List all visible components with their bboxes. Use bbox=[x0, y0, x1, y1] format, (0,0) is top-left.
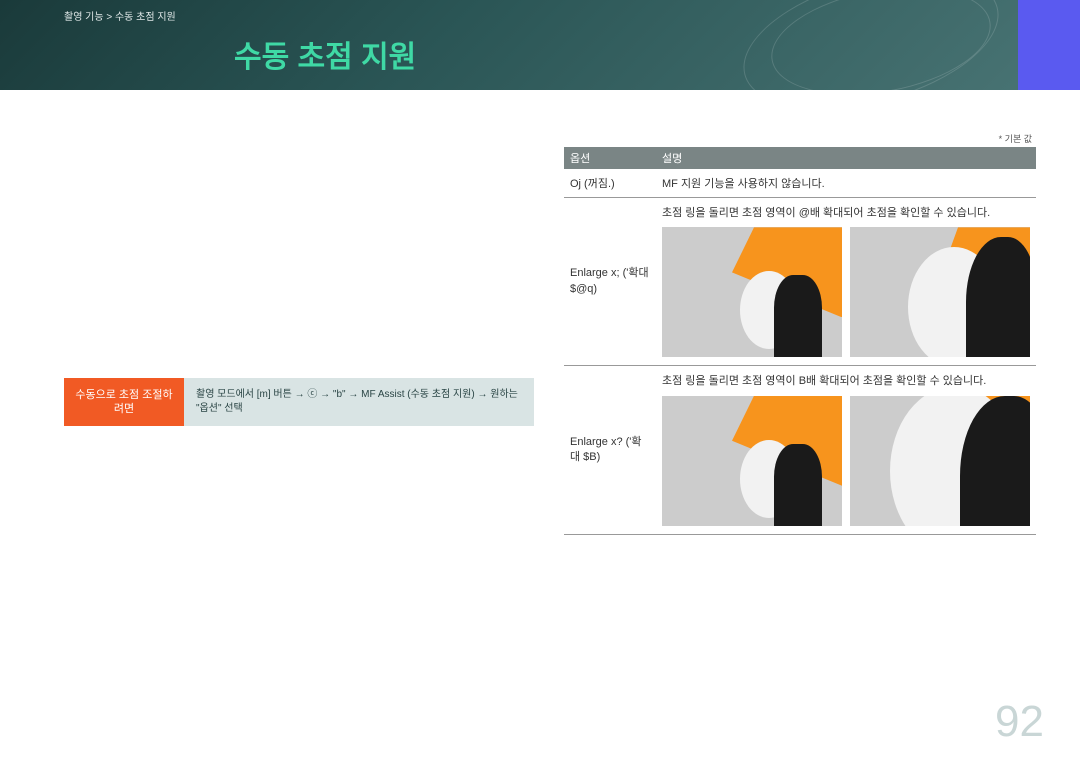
header-decor bbox=[740, 0, 1040, 90]
para-2: 수동 초점 모드에서 초점 링을 돌리면 화면이 자동으로 확대되어 초점을 보… bbox=[64, 167, 534, 244]
cell-enlarge1-desc: 초점 링을 돌리면 초점 영역이 @배 확대되어 초점을 확인할 수 있습니다. bbox=[656, 206, 1036, 357]
page-title: 수동 초점 지원 bbox=[234, 32, 416, 76]
table-caption: * 기본 값 bbox=[564, 130, 1036, 147]
right-column: * 기본 값 옵션 설명 Oj (꺼짐.) MF 지원 기능을 사용하지 않습니… bbox=[564, 130, 1036, 535]
th-option: 옵션 bbox=[564, 147, 656, 169]
image-pair-2 bbox=[662, 396, 1030, 526]
thumb-1a bbox=[662, 227, 842, 357]
para-3: 촬영 모드에서 [MENU] → ⓒ → MF 지원 → 원하는 모드 선택 bbox=[64, 262, 534, 281]
enlarge2-text: 초점 링을 돌리면 초점 영역이 B배 확대되어 초점을 확인할 수 있습니다. bbox=[662, 374, 1030, 389]
thumb-2a bbox=[662, 396, 842, 526]
table-row-enlarge1: Enlarge x; ('확대 $@q) 초점 링을 돌리면 초점 영역이 @배… bbox=[564, 198, 1036, 366]
note-box: 수동으로 초점 조절하려면 촬영 모드에서 [m] 버튼 → ⓒ → "b" →… bbox=[64, 378, 534, 427]
thumb-1b bbox=[850, 227, 1030, 357]
table-row-enlarge2: Enlarge x? ('확대 $B) 초점 링을 돌리면 초점 영역이 B배 … bbox=[564, 366, 1036, 534]
content-area: 수동으로 초점을 조절할 때, 피사체의 초점을 쉽게 잡을 수 있도록 도와주… bbox=[0, 90, 1080, 535]
table-row-off: Oj (꺼짐.) MF 지원 기능을 사용하지 않습니다. bbox=[564, 169, 1036, 198]
page-header: 촬영 기능 > 수동 초점 지원 수동 초점 지원 bbox=[0, 0, 1080, 90]
table-header: 옵션 설명 bbox=[564, 147, 1036, 169]
thumb-2b bbox=[850, 396, 1030, 526]
section2-text: 초점 링을 돌려 화면을 확대하면 피사체에 초점을 맞추기 쉽습니다. bbox=[64, 336, 534, 355]
cell-enlarge2-desc: 초점 링을 돌리면 초점 영역이 B배 확대되어 초점을 확인할 수 있습니다. bbox=[656, 374, 1036, 525]
note-content: 촬영 모드에서 [m] 버튼 → ⓒ → "b" → MF Assist (수동… bbox=[184, 378, 534, 427]
image-pair-1 bbox=[662, 227, 1030, 357]
page-number: 92 bbox=[995, 697, 1044, 747]
th-desc: 설명 bbox=[656, 147, 1036, 169]
cell-off-value: MF 지원 기능을 사용하지 않습니다. bbox=[656, 175, 1036, 191]
header-accent bbox=[1018, 0, 1080, 90]
breadcrumb: 촬영 기능 > 수동 초점 지원 bbox=[64, 8, 176, 23]
left-column: 수동으로 초점을 조절할 때, 피사체의 초점을 쉽게 잡을 수 있도록 도와주… bbox=[64, 130, 534, 535]
section2-title: 수동으로 초점 조절하기 bbox=[64, 299, 534, 318]
cell-enlarge2-label: Enlarge x? ('확대 $B) bbox=[564, 374, 656, 525]
enlarge1-text: 초점 링을 돌리면 초점 영역이 @배 확대되어 초점을 확인할 수 있습니다. bbox=[662, 206, 1030, 221]
options-table: * 기본 값 옵션 설명 Oj (꺼짐.) MF 지원 기능을 사용하지 않습니… bbox=[564, 130, 1036, 535]
cell-off-label: Oj (꺼짐.) bbox=[564, 175, 656, 191]
cell-enlarge1-label: Enlarge x; ('확대 $@q) bbox=[564, 206, 656, 357]
note-label: 수동으로 초점 조절하려면 bbox=[64, 378, 184, 427]
para-1: 수동으로 초점을 조절할 때, 피사체의 초점을 쉽게 잡을 수 있도록 도와주… bbox=[64, 130, 534, 149]
